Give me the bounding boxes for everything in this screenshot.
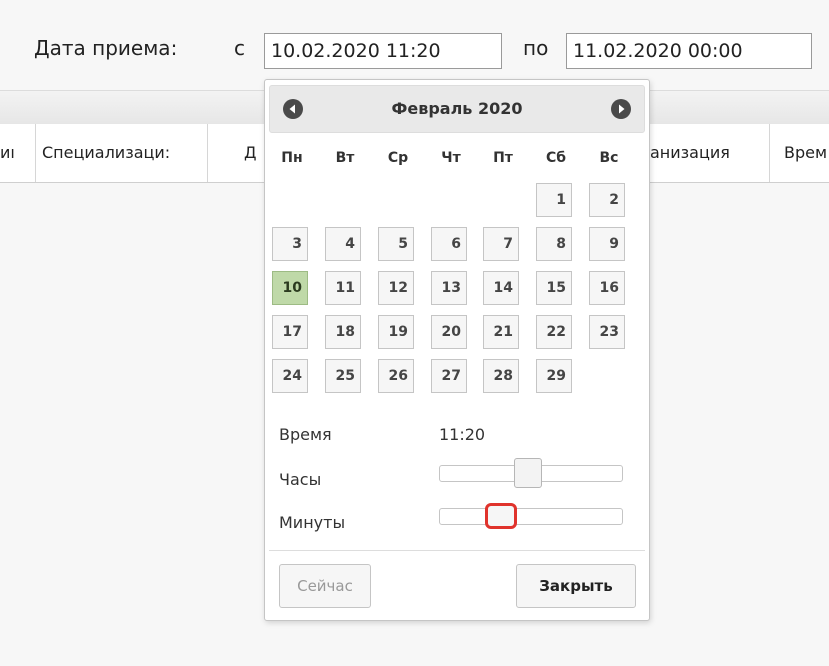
- calendar-day[interactable]: 25: [325, 359, 361, 393]
- datepicker-divider: [269, 550, 645, 551]
- calendar-day[interactable]: 11: [325, 271, 361, 305]
- calendar-day[interactable]: 8: [536, 227, 572, 261]
- minutes-slider[interactable]: [439, 503, 623, 529]
- hours-slider-handle[interactable]: [514, 458, 542, 488]
- hours-label: Часы: [279, 470, 322, 489]
- date-label: Дата приема:: [34, 36, 178, 60]
- calendar-day[interactable]: 23: [589, 315, 625, 349]
- now-button[interactable]: Сейчас: [279, 564, 371, 608]
- column-header[interactable]: иı: [0, 124, 36, 182]
- calendar-day[interactable]: 17: [272, 315, 308, 349]
- column-header[interactable]: Д: [208, 124, 268, 182]
- weekday-label: Ср: [387, 150, 409, 166]
- weekday-label: Вт: [335, 150, 355, 166]
- calendar-day[interactable]: 18: [325, 315, 361, 349]
- calendar-day[interactable]: 21: [483, 315, 519, 349]
- minutes-label: Минуты: [279, 513, 346, 532]
- datepicker-header: Февраль 2020: [269, 85, 645, 133]
- column-header-organization[interactable]: анизация: [648, 124, 770, 182]
- minutes-slider-handle[interactable]: [485, 503, 517, 529]
- calendar-day[interactable]: 12: [378, 271, 414, 305]
- calendar-day[interactable]: 15: [536, 271, 572, 305]
- calendar-day[interactable]: 7: [483, 227, 519, 261]
- datetime-picker: Февраль 2020 Пн Вт Ср Чт Пт Сб Вс 123456…: [264, 79, 650, 621]
- weekday-label: Пн: [281, 150, 303, 166]
- from-label: с: [234, 36, 245, 60]
- weekday-label: Пт: [493, 150, 513, 166]
- calendar-day[interactable]: 2: [589, 183, 625, 217]
- calendar-day[interactable]: 4: [325, 227, 361, 261]
- close-button[interactable]: Закрыть: [516, 564, 636, 608]
- next-month-button[interactable]: [611, 99, 631, 119]
- column-header-specialization[interactable]: Специализаци:: [36, 124, 208, 182]
- calendar-day[interactable]: 24: [272, 359, 308, 393]
- datepicker-title: Февраль 2020: [391, 99, 523, 118]
- weekday-label: Вс: [599, 150, 619, 166]
- calendar-day[interactable]: 13: [431, 271, 467, 305]
- calendar-day[interactable]: 3: [272, 227, 308, 261]
- calendar-day[interactable]: 29: [536, 359, 572, 393]
- calendar-day[interactable]: 14: [483, 271, 519, 305]
- circle-triangle-right-icon: [619, 104, 625, 114]
- calendar-day[interactable]: 27: [431, 359, 467, 393]
- calendar-day[interactable]: 16: [589, 271, 625, 305]
- calendar-day[interactable]: 9: [589, 227, 625, 261]
- calendar-day[interactable]: 6: [431, 227, 467, 261]
- weekday-label: Чт: [441, 150, 461, 166]
- calendar-day[interactable]: 26: [378, 359, 414, 393]
- calendar-day[interactable]: 20: [431, 315, 467, 349]
- calendar-day[interactable]: 5: [378, 227, 414, 261]
- calendar-day-selected[interactable]: 10: [272, 271, 308, 305]
- date-from-input[interactable]: 10.02.2020 11:20: [264, 33, 502, 69]
- time-label: Время: [279, 425, 332, 444]
- calendar-day[interactable]: 1: [536, 183, 572, 217]
- hours-slider[interactable]: [439, 458, 623, 488]
- column-header-time[interactable]: Врем: [770, 124, 829, 182]
- calendar-day[interactable]: 19: [378, 315, 414, 349]
- calendar-day[interactable]: 28: [483, 359, 519, 393]
- filter-bar: Дата приема: с 10.02.2020 11:20 по 11.02…: [0, 0, 829, 87]
- to-label: по: [523, 36, 549, 60]
- weekday-label: Сб: [545, 150, 567, 166]
- time-value: 11:20: [439, 425, 486, 444]
- date-to-input[interactable]: 11.02.2020 00:00: [566, 33, 812, 69]
- calendar-day[interactable]: 22: [536, 315, 572, 349]
